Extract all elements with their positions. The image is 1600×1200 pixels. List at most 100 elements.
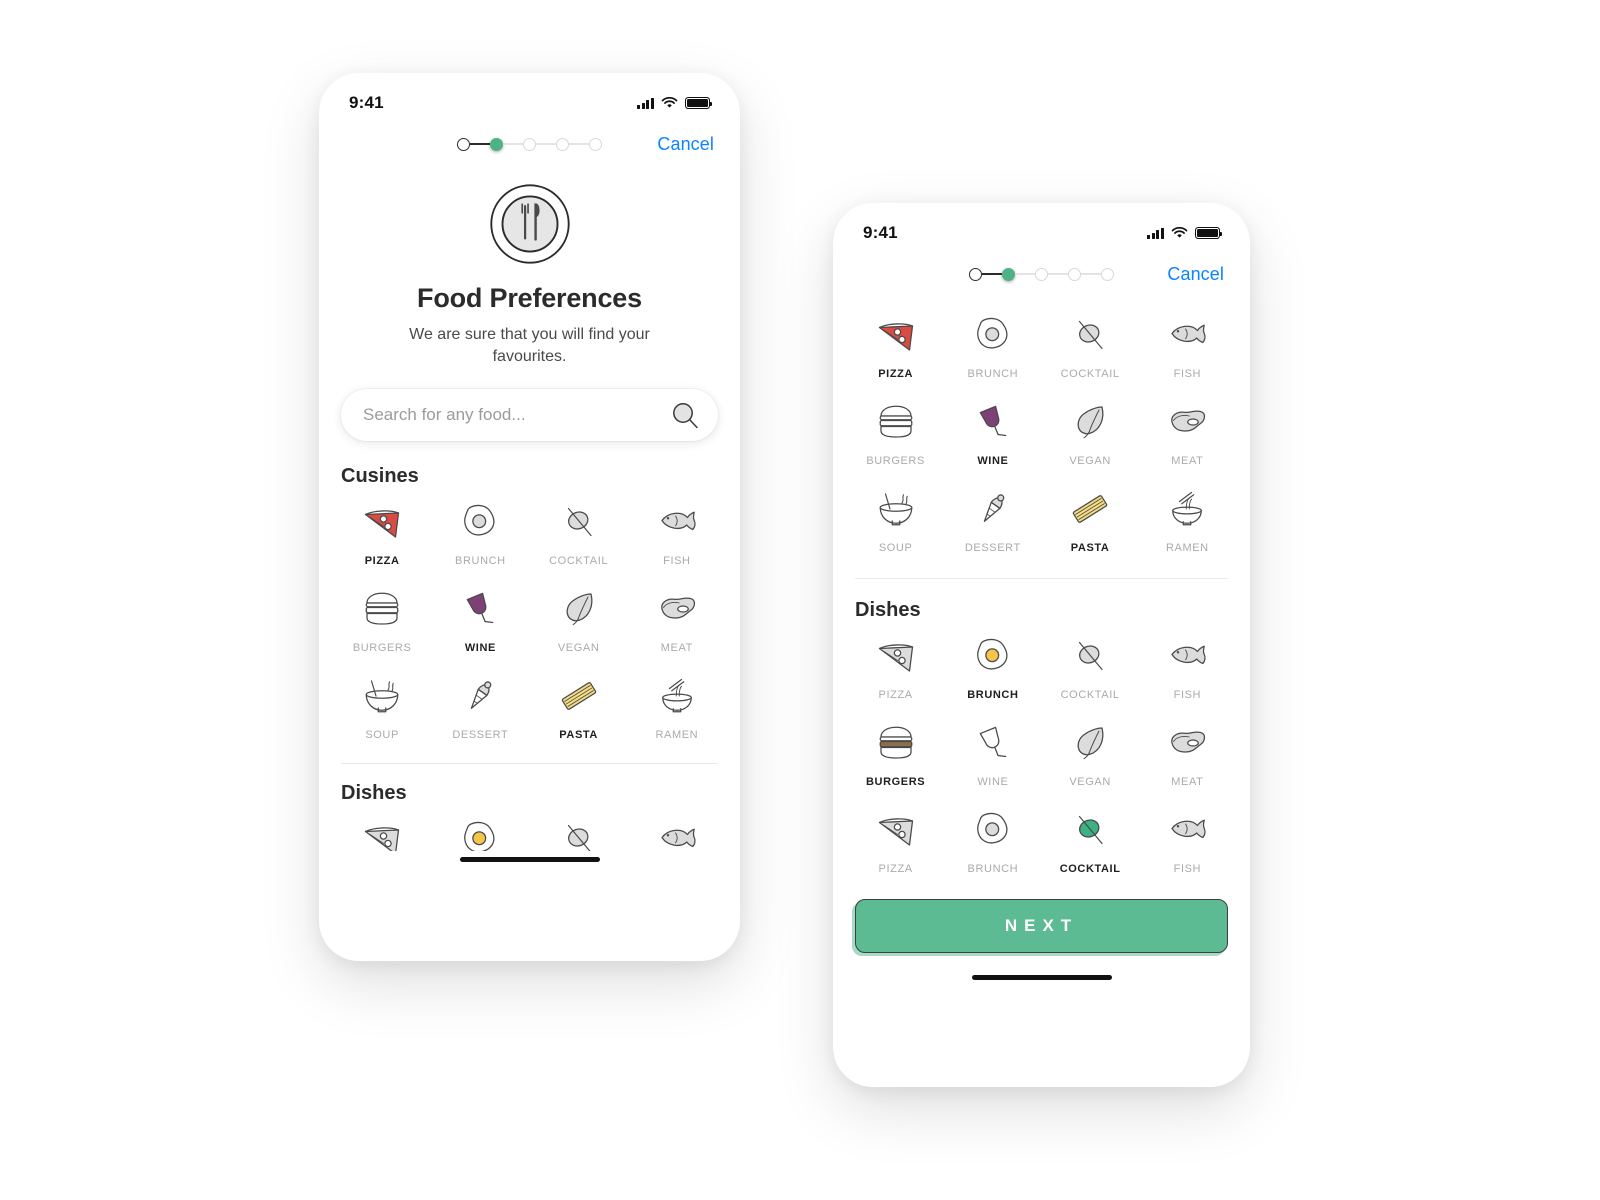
burger-icon — [872, 719, 920, 767]
food-option-fish[interactable]: FISH — [628, 805, 726, 851]
food-option-label: RAMEN — [655, 729, 699, 742]
food-option-pizza[interactable]: PIZZA — [847, 796, 944, 883]
food-option-cocktail[interactable]: COCKTAIL — [530, 488, 628, 575]
food-option-burgers[interactable]: BURGERS — [847, 388, 944, 475]
step-connector-2 — [1015, 273, 1035, 275]
food-option-label: BRUNCH — [967, 689, 1019, 701]
search-bar[interactable] — [341, 389, 718, 442]
fish-icon — [653, 498, 701, 546]
food-option-soup[interactable]: SOUP — [333, 662, 431, 749]
search-icon[interactable] — [670, 400, 700, 430]
battery-full-icon — [685, 97, 713, 109]
food-option-burgers[interactable]: BURGERS — [847, 709, 944, 796]
food-option-label: FISH — [1173, 863, 1202, 875]
food-option-label: DESSERT — [452, 729, 509, 742]
food-option-pasta[interactable]: PASTA — [1042, 475, 1139, 562]
food-option-label: COCKTAIL — [1059, 863, 1121, 875]
step-dot-5[interactable] — [1101, 267, 1114, 281]
leaf-icon — [1066, 398, 1114, 446]
food-option-vegan[interactable]: VEGAN — [530, 575, 628, 662]
food-option-label: FISH — [1173, 689, 1202, 701]
wifi-icon — [661, 97, 678, 108]
step-connector-4 — [569, 143, 589, 145]
food-option-pizza[interactable]: PIZZA — [333, 488, 431, 575]
food-option-dessert[interactable]: DESSERT — [944, 475, 1041, 562]
cancel-button[interactable]: Cancel — [1167, 264, 1224, 285]
pizza-icon — [358, 815, 406, 852]
food-option-ramen[interactable]: RAMEN — [628, 662, 726, 749]
food-option-brunch[interactable]: BRUNCH — [431, 805, 529, 852]
food-option-pizza[interactable]: PIZZA — [847, 622, 944, 709]
canvas: 9:41 Cancel Food Preferences We are sure… — [0, 0, 1600, 1200]
home-indicator — [459, 857, 600, 863]
food-option-label: PASTA — [1070, 542, 1110, 554]
food-option-pizza[interactable]: PIZZA — [333, 805, 431, 852]
food-option-brunch[interactable]: BRUNCH — [431, 488, 529, 575]
food-option-label: PIZZA — [364, 555, 400, 568]
status-bar: 9:41 — [319, 73, 740, 119]
food-option-meat[interactable]: MEAT — [628, 575, 726, 662]
food-option-cocktail[interactable]: COCKTAIL — [1042, 796, 1139, 883]
dishes-grid: PIZZA BRUNCH COCKTAIL FISH BURGERS WINE VEGAN M… — [833, 622, 1250, 883]
nav-row: Cancel — [833, 249, 1250, 291]
food-option-brunch[interactable]: BRUNCH — [944, 796, 1041, 883]
food-option-brunch[interactable]: BRUNCH — [944, 622, 1041, 709]
food-option-cocktail[interactable]: COCKTAIL — [1042, 622, 1139, 709]
food-option-label: PIZZA — [878, 863, 913, 875]
food-option-label: BRUNCH — [967, 863, 1019, 875]
food-option-vegan[interactable]: VEGAN — [1042, 388, 1139, 475]
egg-icon — [969, 806, 1017, 854]
food-option-brunch[interactable]: BRUNCH — [944, 301, 1041, 388]
step-dot-2[interactable] — [1002, 267, 1015, 281]
step-dot-1[interactable] — [969, 267, 982, 281]
step-dot-5[interactable] — [589, 137, 602, 151]
food-option-fish[interactable]: FISH — [628, 488, 726, 575]
food-option-cocktail[interactable]: COCKTAIL — [530, 805, 628, 852]
next-button[interactable]: NEXT — [855, 899, 1228, 953]
step-dot-2[interactable] — [490, 137, 503, 151]
fish-icon — [1163, 806, 1211, 854]
food-option-pizza[interactable]: PIZZA — [847, 301, 944, 388]
wineglass-icon — [456, 585, 504, 633]
food-option-burgers[interactable]: BURGERS — [333, 575, 431, 662]
search-input[interactable] — [363, 405, 670, 426]
food-option-fish[interactable]: FISH — [1139, 796, 1236, 883]
step-dot-4[interactable] — [556, 137, 569, 151]
steak-icon — [1163, 719, 1211, 767]
food-option-fish[interactable]: FISH — [1139, 622, 1236, 709]
food-option-label: FISH — [663, 555, 691, 568]
icecream-icon — [456, 672, 504, 720]
food-option-wine[interactable]: WINE — [431, 575, 529, 662]
step-dot-3[interactable] — [523, 137, 536, 151]
hero: Food Preferences We are sure that you wi… — [319, 161, 740, 367]
ramen-icon — [1163, 485, 1211, 533]
olive-icon — [1066, 806, 1114, 854]
food-option-meat[interactable]: MEAT — [1139, 709, 1236, 796]
olive-icon — [555, 815, 603, 852]
pizza-icon — [358, 498, 406, 546]
food-option-pasta[interactable]: PASTA — [530, 662, 628, 749]
food-option-fish[interactable]: FISH — [1139, 301, 1236, 388]
food-option-label: BRUNCH — [967, 368, 1019, 380]
step-dot-4[interactable] — [1068, 267, 1081, 281]
step-connector-1 — [982, 273, 1002, 275]
food-option-soup[interactable]: SOUP — [847, 475, 944, 562]
leaf-icon — [555, 585, 603, 633]
food-option-dessert[interactable]: DESSERT — [431, 662, 529, 749]
icecream-icon — [969, 485, 1017, 533]
signal-bars-icon — [637, 97, 654, 109]
status-time: 9:41 — [349, 93, 384, 112]
step-connector-3 — [1048, 273, 1068, 275]
signal-bars-icon — [1147, 227, 1164, 239]
food-option-meat[interactable]: MEAT — [1139, 388, 1236, 475]
step-dot-3[interactable] — [1035, 267, 1048, 281]
food-option-vegan[interactable]: VEGAN — [1042, 709, 1139, 796]
food-option-label: VEGAN — [1069, 455, 1111, 467]
steak-icon — [1163, 398, 1211, 446]
food-option-wine[interactable]: WINE — [944, 388, 1041, 475]
food-option-cocktail[interactable]: COCKTAIL — [1042, 301, 1139, 388]
step-dot-1[interactable] — [457, 137, 470, 151]
food-option-ramen[interactable]: RAMEN — [1139, 475, 1236, 562]
food-option-wine[interactable]: WINE — [944, 709, 1041, 796]
cancel-button[interactable]: Cancel — [657, 134, 714, 155]
